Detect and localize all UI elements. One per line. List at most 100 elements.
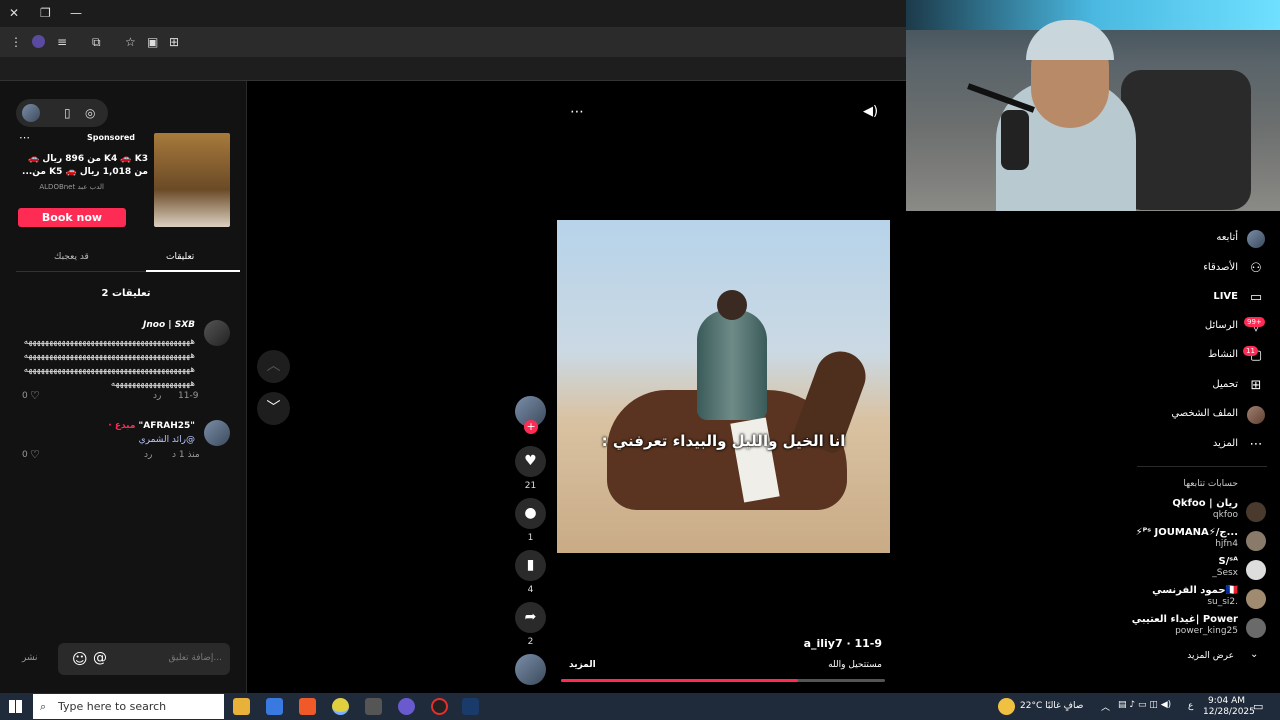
file-explorer-icon[interactable]	[233, 698, 250, 715]
next-video-button[interactable]: ﹀	[257, 392, 290, 425]
video-more-link[interactable]: المزيد	[569, 660, 596, 670]
live-icon[interactable]: ▭	[1247, 289, 1265, 307]
weather-text[interactable]: 22°C صافٍ غالبًا	[1020, 701, 1083, 711]
comment-input[interactable]: ☺ @ إضافة تعليق...	[58, 643, 230, 675]
nav-live[interactable]: LIVE	[1213, 291, 1238, 302]
star-icon[interactable]: ☆	[125, 35, 136, 49]
following-avatar[interactable]	[1246, 560, 1266, 580]
ad-thumbnail[interactable]	[154, 133, 230, 227]
like-button[interactable]: ♥	[515, 446, 546, 477]
brave-icon[interactable]	[299, 698, 316, 715]
mention-icon[interactable]: @	[93, 650, 107, 666]
tray-chevron-icon[interactable]: ︿	[1101, 700, 1110, 713]
following-avatar[interactable]	[1246, 618, 1266, 638]
nav-activity[interactable]: النشاط	[1208, 349, 1238, 360]
following-name[interactable]: Qkfoo | ريان	[1172, 498, 1238, 509]
reply-link[interactable]: رد	[153, 391, 161, 401]
profile-icon[interactable]	[32, 35, 45, 48]
following-username[interactable]: power_king25	[1175, 626, 1238, 636]
video-author[interactable]: a_iliy7 · 11-9	[560, 637, 882, 650]
nav-upload[interactable]: تحميل	[1212, 379, 1238, 390]
notifications-icon[interactable]: ▭	[1253, 700, 1263, 713]
following-name[interactable]: S/ˢᴬ	[1218, 556, 1238, 567]
share-button[interactable]: ➦	[515, 602, 546, 633]
obs-icon[interactable]	[431, 698, 448, 715]
avatar[interactable]	[22, 104, 40, 122]
input-language[interactable]: ع	[1188, 701, 1193, 711]
comment-user[interactable]: "AFRAH25"	[139, 421, 195, 431]
ad-more-icon[interactable]: ⋯	[19, 131, 30, 144]
comment-button[interactable]: ●	[515, 498, 546, 529]
video-progress-track[interactable]	[561, 679, 885, 682]
nav-messages[interactable]: الرسائل	[1205, 320, 1238, 331]
reply-link[interactable]: رد	[144, 450, 152, 460]
previous-video-button[interactable]: ︿	[257, 350, 290, 383]
weather-icon[interactable]	[998, 698, 1015, 715]
following-username[interactable]: _Sesx	[1212, 568, 1238, 578]
comment-user[interactable]: Jnoo | SXB	[143, 320, 195, 330]
playlist-icon[interactable]: ≡	[57, 35, 67, 49]
following-username[interactable]: hjfn4	[1215, 539, 1238, 549]
comment-avatar[interactable]	[204, 420, 230, 446]
following-username[interactable]: qkfoo	[1213, 510, 1238, 520]
taskbar-search-input[interactable]: ⌕ Type here to search	[33, 694, 224, 719]
comment-mention[interactable]: @رائد الشمري	[139, 433, 195, 447]
profile-pill[interactable]: ▯ ◎	[16, 99, 108, 127]
discord-icon[interactable]	[398, 698, 415, 715]
nav-friends[interactable]: الأصدقاء	[1203, 262, 1238, 273]
app-icon[interactable]	[365, 698, 382, 715]
follow-plus-icon[interactable]: +	[524, 420, 538, 434]
volume-icon[interactable]: ◀)	[863, 104, 878, 119]
comment-count-rail: 1	[527, 533, 534, 543]
windows-start-icon[interactable]	[9, 700, 22, 713]
heart-icon[interactable]: ♡	[30, 389, 40, 402]
share-icon[interactable]: ⊞	[169, 35, 179, 49]
clock-time[interactable]: 9:04 AM	[1208, 696, 1245, 706]
following-avatar[interactable]	[1246, 531, 1266, 551]
minimize-icon[interactable]: —	[70, 6, 82, 20]
following-avatar-icon[interactable]	[1247, 230, 1265, 248]
phone-icon[interactable]: ▯	[64, 106, 71, 120]
more-icon[interactable]: ⋯	[1247, 436, 1265, 454]
following-name[interactable]: غيداء العتيبي| Power	[1132, 614, 1238, 625]
tab-liked[interactable]: قد يعجبك	[54, 252, 89, 262]
comment-avatar[interactable]	[204, 320, 230, 346]
see-more-link[interactable]: عرض المزيد	[1187, 651, 1234, 661]
comment-date: 11-9	[178, 391, 199, 401]
friends-icon[interactable]: ⚇	[1247, 260, 1265, 278]
nav-following[interactable]: أتابعه	[1216, 232, 1238, 243]
screenshot-icon[interactable]: ▣	[147, 35, 158, 49]
bookmark-button[interactable]: ▮	[515, 550, 546, 581]
tray-icons[interactable]: ▤ ♪ ▭ ◫ ◀)	[1118, 700, 1171, 710]
restore-icon[interactable]: ❐	[40, 6, 51, 20]
steam-icon[interactable]	[462, 698, 479, 715]
close-icon[interactable]: ✕	[9, 6, 19, 20]
profile-avatar-icon[interactable]	[1247, 406, 1265, 424]
nav-more[interactable]: المزيد	[1213, 438, 1238, 449]
following-username[interactable]: su_si2.	[1207, 597, 1238, 607]
compass-icon[interactable]: ◎	[85, 106, 95, 120]
ad-advertiser[interactable]: ALDOBnet الدب عبد	[14, 183, 104, 191]
share-count: 2	[527, 637, 534, 647]
nav-profile[interactable]: الملف الشخصي	[1171, 408, 1238, 419]
heart-icon[interactable]: ♡	[30, 448, 40, 461]
ad-line-2: من 1,018 ريال 🚗 K5 من...	[22, 167, 148, 177]
clock-date[interactable]: 12/28/2025	[1203, 707, 1255, 717]
sound-avatar[interactable]	[515, 654, 546, 685]
more-options-icon[interactable]: ⋯	[570, 104, 584, 120]
following-avatar[interactable]	[1246, 589, 1266, 609]
store-icon[interactable]	[266, 698, 283, 715]
following-name[interactable]: ⚡ᴾˢ JOUMANA⚡/ج...	[1136, 527, 1238, 538]
post-button[interactable]: نشر	[22, 653, 38, 663]
book-now-button[interactable]: Book now	[18, 208, 126, 227]
chevron-down-icon[interactable]: ⌄	[1250, 649, 1258, 660]
tab-comments[interactable]: تعليقات	[166, 252, 194, 262]
following-name[interactable]: حمود الفرنسي🇫🇷	[1152, 585, 1238, 596]
extensions-icon[interactable]: ⧉	[92, 35, 101, 49]
video-player[interactable]: انا الخيل والليل والبيداء تعرفني :	[557, 220, 890, 553]
chrome-icon[interactable]	[332, 698, 349, 715]
upload-icon[interactable]: ⊞	[1247, 377, 1265, 395]
emoji-icon[interactable]: ☺	[72, 650, 88, 668]
menu-icon[interactable]: ⋮	[10, 35, 22, 49]
following-avatar[interactable]	[1246, 502, 1266, 522]
